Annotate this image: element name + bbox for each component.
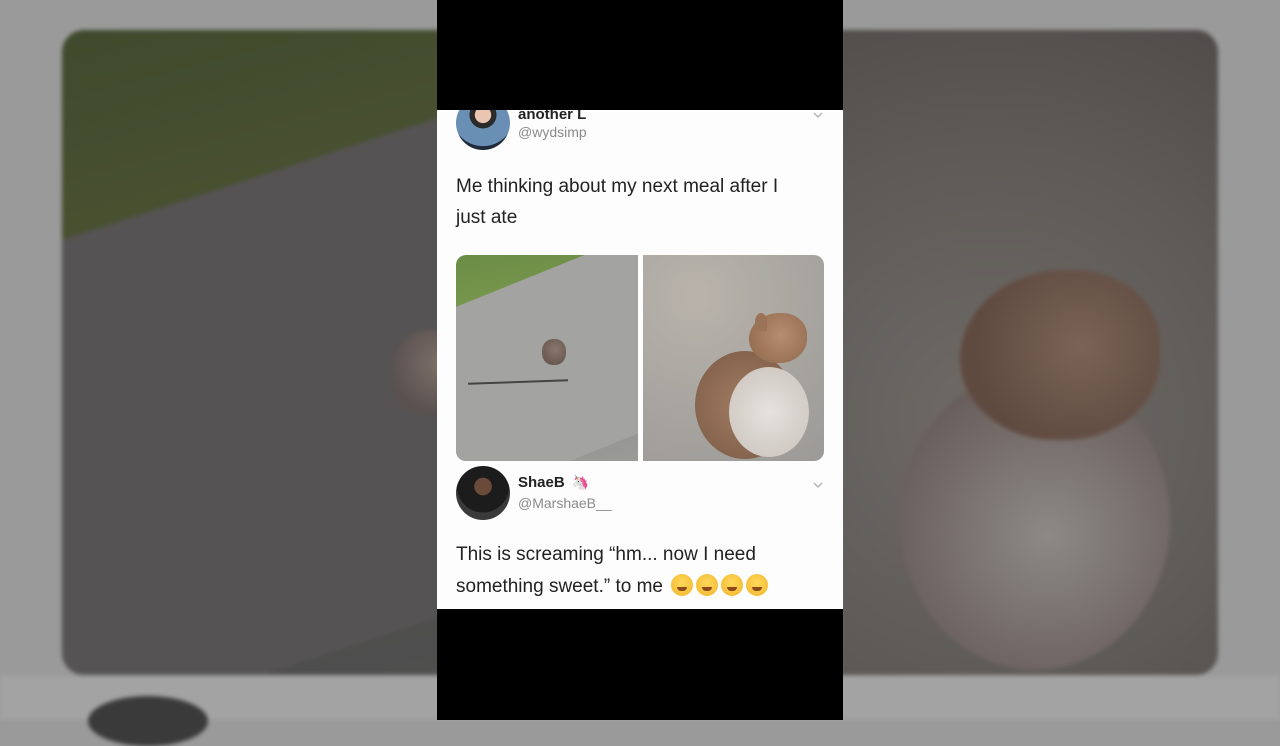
squirrel-belly	[728, 367, 809, 457]
tweet2-handle: @MarshaeB__	[518, 495, 612, 511]
tweet2-text-line2-row: something sweet.” to me	[456, 571, 826, 602]
backdrop-bottom-blob	[88, 696, 208, 746]
avatar-marshaeb	[456, 466, 510, 520]
face-with-tears-of-joy-emoji-icon	[746, 574, 769, 596]
chevron-down-icon[interactable]	[811, 110, 825, 122]
avatar-wydsimp	[456, 110, 510, 150]
tweet2-text-line2: something sweet.” to me	[456, 576, 663, 597]
small-squirrel	[542, 339, 566, 365]
tweet2-display-name: ShaeB 🦄	[518, 474, 589, 491]
tweet2-text-line1: This is screaming “hm... now I need	[456, 544, 756, 565]
tweet1-handle: @wydsimp	[518, 124, 587, 140]
tweet1-text-line1: Me thinking about my next meal after I	[456, 176, 779, 197]
face-with-tears-of-joy-emoji-icon	[721, 574, 744, 596]
squirrel-ear	[754, 313, 767, 331]
tweet1-text-line2: just ate	[456, 207, 518, 228]
tweet-screenshot-card: another L @wydsimp Me thinking about my …	[437, 110, 843, 609]
backdrop-path	[62, 103, 442, 675]
tweet2-name-text: ShaeB	[518, 474, 565, 491]
chevron-down-icon[interactable]	[811, 478, 825, 492]
video-frame[interactable]: another L @wydsimp Me thinking about my …	[437, 0, 843, 720]
backdrop-left-image	[62, 30, 442, 675]
grinning-tears-emoji-icon	[671, 574, 694, 596]
backdrop-squirrel-head	[960, 270, 1160, 440]
backdrop-squirrel-small	[392, 330, 442, 415]
fat-squirrel-image[interactable]	[642, 255, 824, 461]
tweet1-display-name: another L	[518, 110, 587, 123]
backdrop-right-image	[840, 30, 1218, 675]
grinning-tears-emoji-icon	[696, 574, 719, 596]
squirrel-on-path-image[interactable]	[456, 255, 638, 461]
unicorn-emoji-icon: 🦄	[571, 474, 590, 490]
tweet1-media[interactable]	[456, 255, 824, 461]
